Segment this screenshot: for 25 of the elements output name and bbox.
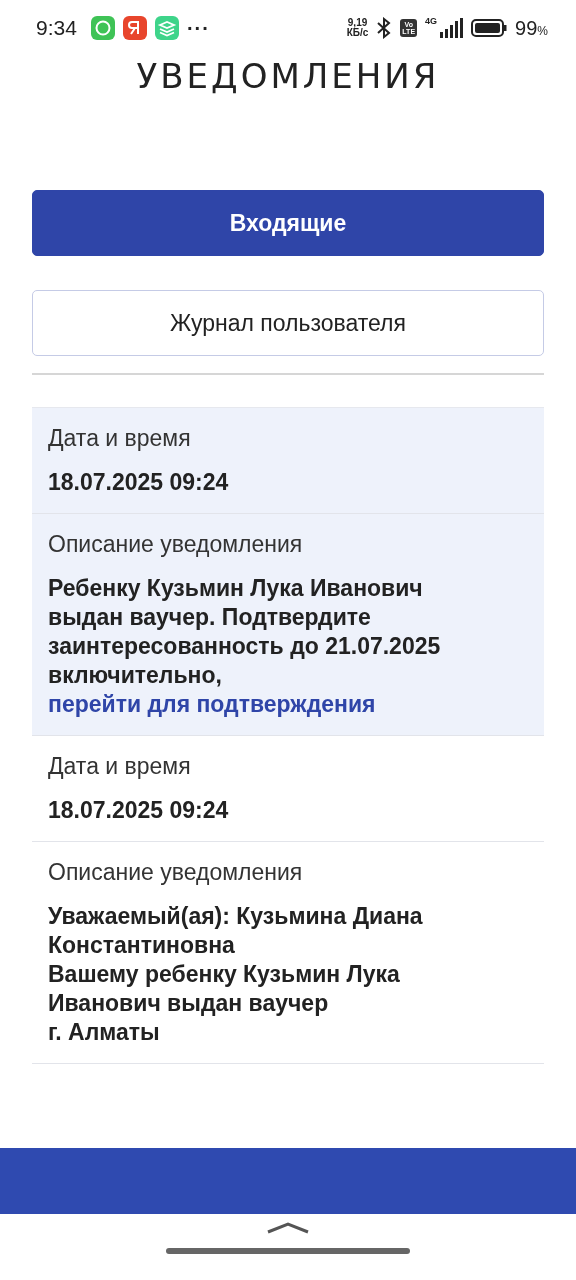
battery-level: 99% [515,16,548,40]
network-type: 4G [425,16,438,26]
date-time: 18.07.2025 09:24 [48,796,230,825]
field-label: Дата и время [48,425,192,452]
tab[interactable]: Входящие [32,190,544,256]
confirm-link[interactable]: перейти для подтверждения [48,691,376,717]
status-time: 9:34 [36,16,77,40]
chat-app-icon [90,16,115,40]
notification-text: Ребенку Кузьмин Лука Иванович выдан ваучер. Подтвердите заинтересованность до 21.07.2025 включительно, перейти для подтверждения [48,574,442,719]
layers-app-icon [154,16,179,40]
signal-icon [439,18,464,38]
field-label: Дата и время [48,753,192,780]
tab[interactable]: Журнал пользователя [32,290,544,356]
browser-app-icon [122,16,147,40]
field-label: Описание уведомления [48,531,304,558]
home-handle[interactable] [166,1248,410,1254]
network-speed: 9,19 КБ/с [346,18,369,38]
battery-icon [471,19,508,37]
notification-text: Уважаемый(ая): Кузьмина Диана Константиновна Вашему ребенку Кузьмин Лука Иванович выдан ваучер г. Алматы [48,902,424,1047]
date-time: 18.07.2025 09:24 [48,468,230,497]
bluetooth-icon [376,17,393,39]
chevron-up-icon[interactable] [266,1222,310,1234]
page-title: УВЕДОМЛЕНИЯ [136,56,440,96]
more-notifications: ··· [186,16,210,40]
field-label: Описание уведомления [48,859,304,886]
